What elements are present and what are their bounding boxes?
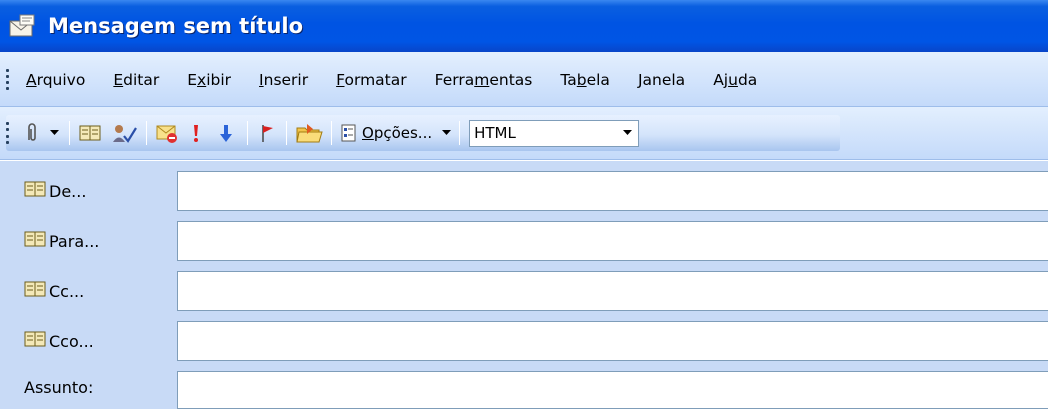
menu-item-ajuda[interactable]: Ajuda xyxy=(713,71,757,89)
to-label: Para... xyxy=(49,231,100,251)
permission-button[interactable] xyxy=(155,119,179,147)
menu-item-exibir[interactable]: Exibir xyxy=(187,71,231,89)
permission-icon xyxy=(156,125,177,143)
address-book-icon xyxy=(79,125,101,141)
options-button[interactable]: Opções... xyxy=(340,119,452,147)
toolbar-grip-handle[interactable] xyxy=(6,122,12,144)
toolbar: Opções... HTML xyxy=(0,107,1048,160)
message-envelope-icon xyxy=(8,13,40,39)
chevron-down-icon[interactable] xyxy=(616,121,638,146)
importance-low-icon xyxy=(220,125,232,142)
toolbar-separator xyxy=(459,121,461,145)
to-button[interactable]: Para... xyxy=(24,216,99,266)
importance-low-button[interactable] xyxy=(213,119,239,147)
menu-item-formatar[interactable]: Formatar xyxy=(336,71,407,89)
menu-item-ferramentas[interactable]: Ferramentas xyxy=(435,71,533,89)
from-field[interactable] xyxy=(177,171,1048,211)
from-label: De... xyxy=(49,181,87,201)
attach-dropdown-button[interactable] xyxy=(47,119,61,147)
options-icon xyxy=(341,124,356,142)
toolbar-separator xyxy=(146,121,147,145)
subject-label: Assunto: xyxy=(24,378,94,397)
toolbar-separator xyxy=(331,121,332,145)
address-book-icon xyxy=(24,330,46,352)
paperclip-icon xyxy=(28,123,36,141)
menu-item-tabela[interactable]: Tabela xyxy=(560,71,610,89)
cc-label: Cc... xyxy=(49,281,85,301)
message-header-fields: De... Para... Cc... Cco... Assunto: xyxy=(0,161,1048,409)
bcc-row: Cco... xyxy=(0,316,1048,366)
bcc-label: Cco... xyxy=(49,331,94,351)
menu-item-janela[interactable]: Janela xyxy=(638,71,685,89)
address-book-icon xyxy=(24,280,46,302)
title-bar[interactable]: Mensagem sem título xyxy=(0,0,1048,52)
toolbar-strip: Opções... HTML xyxy=(6,115,840,151)
follow-up-flag-button[interactable] xyxy=(256,119,278,147)
menu-bar-strip: Arquivo Editar Exibir Inserir Formatar F… xyxy=(6,64,966,95)
bcc-button[interactable]: Cco... xyxy=(24,316,94,366)
cc-field[interactable] xyxy=(177,271,1048,311)
subject-field[interactable] xyxy=(177,371,1048,409)
from-row: De... xyxy=(0,166,1048,216)
message-format-value: HTML xyxy=(474,124,516,142)
open-folder-icon xyxy=(296,124,323,143)
attach-file-button[interactable] xyxy=(23,119,41,147)
check-names-icon xyxy=(113,125,137,143)
to-row: Para... xyxy=(0,216,1048,266)
options-label: Opções... xyxy=(362,124,433,142)
flag-icon xyxy=(262,125,273,142)
check-names-button[interactable] xyxy=(110,119,138,147)
menu-grip-handle[interactable] xyxy=(6,68,12,91)
message-format-select[interactable]: HTML xyxy=(469,119,640,147)
subject-row: Assunto: xyxy=(0,366,1048,409)
bcc-field[interactable] xyxy=(177,321,1048,361)
menu-item-arquivo[interactable]: Arquivo xyxy=(26,71,85,89)
menu-bar: Arquivo Editar Exibir Inserir Formatar F… xyxy=(0,52,1048,107)
menu-item-inserir[interactable]: Inserir xyxy=(259,71,308,89)
window-title: Mensagem sem título xyxy=(48,14,304,38)
cc-button[interactable]: Cc... xyxy=(24,266,84,316)
toolbar-separator xyxy=(286,121,287,145)
chevron-down-icon xyxy=(49,130,59,135)
importance-high-icon xyxy=(194,125,198,142)
toolbar-separator xyxy=(247,121,248,145)
to-field[interactable] xyxy=(177,221,1048,261)
open-folder-button[interactable] xyxy=(295,119,323,147)
importance-high-button[interactable] xyxy=(185,119,207,147)
toolbar-separator xyxy=(69,121,70,145)
address-book-icon xyxy=(24,180,46,202)
cc-row: Cc... xyxy=(0,266,1048,316)
chevron-down-icon xyxy=(442,130,452,135)
address-book-button[interactable] xyxy=(78,119,104,147)
from-button[interactable]: De... xyxy=(24,166,86,216)
menu-item-editar[interactable]: Editar xyxy=(113,71,159,89)
address-book-icon xyxy=(24,230,46,252)
